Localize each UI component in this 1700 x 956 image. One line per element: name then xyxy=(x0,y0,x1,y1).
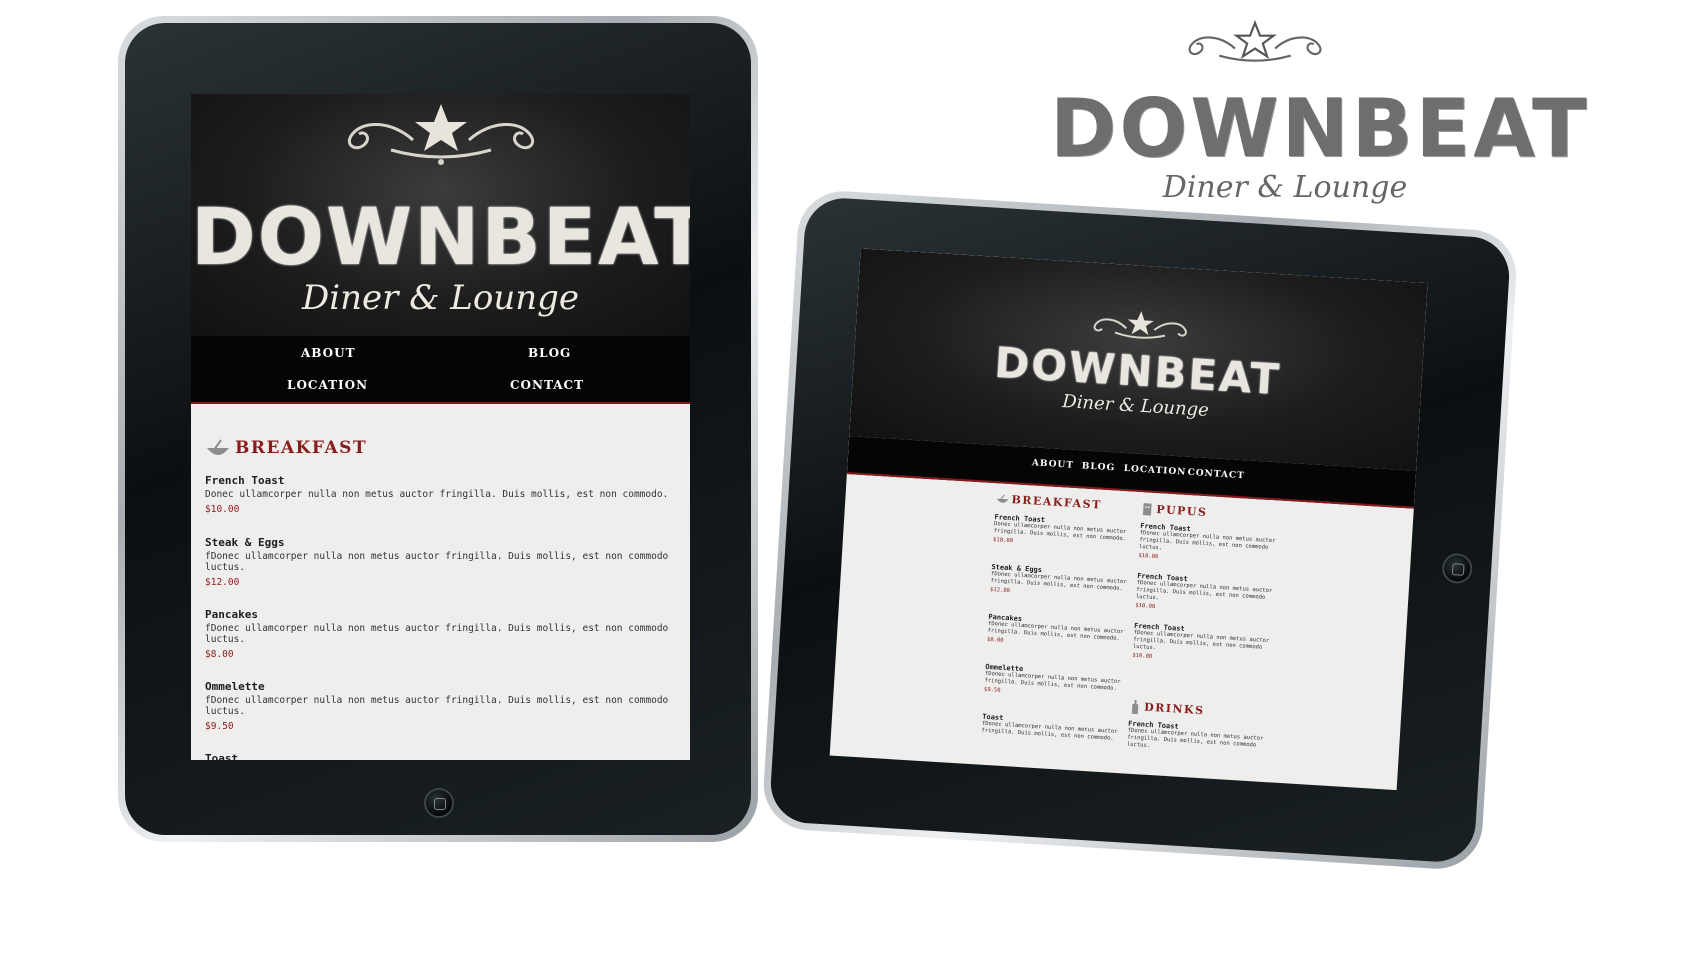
brand-tagline: Diner & Lounge xyxy=(301,278,579,318)
menu-item: Toast fDonec ullamcorper nulla non metus… xyxy=(981,713,1122,744)
item-desc: fDonec ullamcorper nulla non metus aucto… xyxy=(205,623,669,645)
item-price: $9.50 xyxy=(205,721,234,732)
nav-contact[interactable]: CONTACT xyxy=(510,378,584,392)
section-title-breakfast: BREAKFAST xyxy=(1011,493,1103,512)
downbeat-logo: DOWNBEAT Diner & Lounge xyxy=(1050,20,1590,235)
menu-item: Ommelette fDonec ullamcorper nulla non m… xyxy=(205,680,675,732)
star-flourish-icon xyxy=(1093,311,1187,339)
star-flourish-icon xyxy=(1188,20,1322,62)
brand-name: DOWNBEAT xyxy=(191,193,690,283)
bowl-icon xyxy=(207,439,229,455)
menu-item: French Toast fDonec ullamcorper nulla no… xyxy=(1132,622,1274,667)
nav-blog[interactable]: BLOG xyxy=(1081,461,1115,473)
item-desc: fDonec ullamcorper nulla non metus aucto… xyxy=(205,551,669,573)
tiki-icon xyxy=(1142,503,1152,516)
menu-item: Steak & Eggs fDonec ullamcorper nulla no… xyxy=(990,563,1132,601)
menu-item: Toast xyxy=(205,752,675,760)
main-nav: ABOUT BLOG LOCATION CONTACT xyxy=(191,336,690,404)
section-title-drinks: DRINKS xyxy=(1143,700,1205,718)
section-title-pupus: PUPUS xyxy=(1155,502,1208,520)
nav-location[interactable]: LOCATION xyxy=(1123,464,1186,478)
item-name: Toast xyxy=(205,752,239,760)
menu-item: French Toast fDonec ullamcorper nulla no… xyxy=(1127,720,1269,757)
menu-item: French Toast fDonec ullamcorper nulla no… xyxy=(1138,522,1280,567)
menu-item: Pancakes fDonec ullamcorper nulla non me… xyxy=(987,613,1129,651)
site-header: DOWNBEAT Diner & Lounge xyxy=(849,248,1428,471)
bowl-icon xyxy=(996,494,1009,503)
menu-item: Ommelette fDonec ullamcorper nulla non m… xyxy=(984,663,1126,701)
nav-contact[interactable]: CONTACT xyxy=(1187,468,1245,481)
nav-blog[interactable]: BLOG xyxy=(528,346,571,360)
section-title-breakfast: BREAKFAST xyxy=(235,438,368,458)
item-price: $8.00 xyxy=(205,649,234,660)
home-button[interactable] xyxy=(424,788,454,818)
item-price: $12.00 xyxy=(205,577,240,588)
menu-item: Pancakes fDonec ullamcorper nulla non me… xyxy=(205,608,675,660)
menu-item: French Toast Donec ullamcorper nulla non… xyxy=(205,474,675,515)
item-name: French Toast xyxy=(205,474,285,487)
landscape-tablet: DOWNBEAT Diner & Lounge ABOUT BLOG LOCAT… xyxy=(761,188,1519,872)
site-header: DOWNBEAT Diner & Lounge xyxy=(191,94,690,336)
portrait-screen: DOWNBEAT Diner & Lounge ABOUT BLOG LOCAT… xyxy=(191,94,690,760)
item-desc: Donec ullamcorper nulla non metus auctor… xyxy=(205,489,669,500)
item-desc: fDonec ullamcorper nulla non metus aucto… xyxy=(205,695,669,717)
nav-about[interactable]: ABOUT xyxy=(301,346,356,360)
menu-item: French Toast Donec ullamcorper nulla non… xyxy=(993,513,1135,551)
logo-brand-name: DOWNBEAT xyxy=(1050,82,1590,175)
menu-item: French Toast fDonec ullamcorper nulla no… xyxy=(1135,572,1277,617)
portrait-tablet: DOWNBEAT Diner & Lounge ABOUT BLOG LOCAT… xyxy=(118,16,758,842)
landscape-screen: DOWNBEAT Diner & Lounge ABOUT BLOG LOCAT… xyxy=(829,248,1428,791)
item-price: $10.00 xyxy=(205,504,240,515)
item-name: Steak & Eggs xyxy=(205,536,285,549)
item-name: Pancakes xyxy=(205,608,258,621)
menu-item: Steak & Eggs fDonec ullamcorper nulla no… xyxy=(205,536,675,588)
item-name: Ommelette xyxy=(205,680,265,693)
star-flourish-icon xyxy=(347,104,534,165)
logo-tagline: Diner & Lounge xyxy=(1162,170,1408,205)
nav-location[interactable]: LOCATION xyxy=(287,378,368,392)
nav-about[interactable]: ABOUT xyxy=(1032,458,1075,471)
bottle-icon xyxy=(1131,699,1139,715)
